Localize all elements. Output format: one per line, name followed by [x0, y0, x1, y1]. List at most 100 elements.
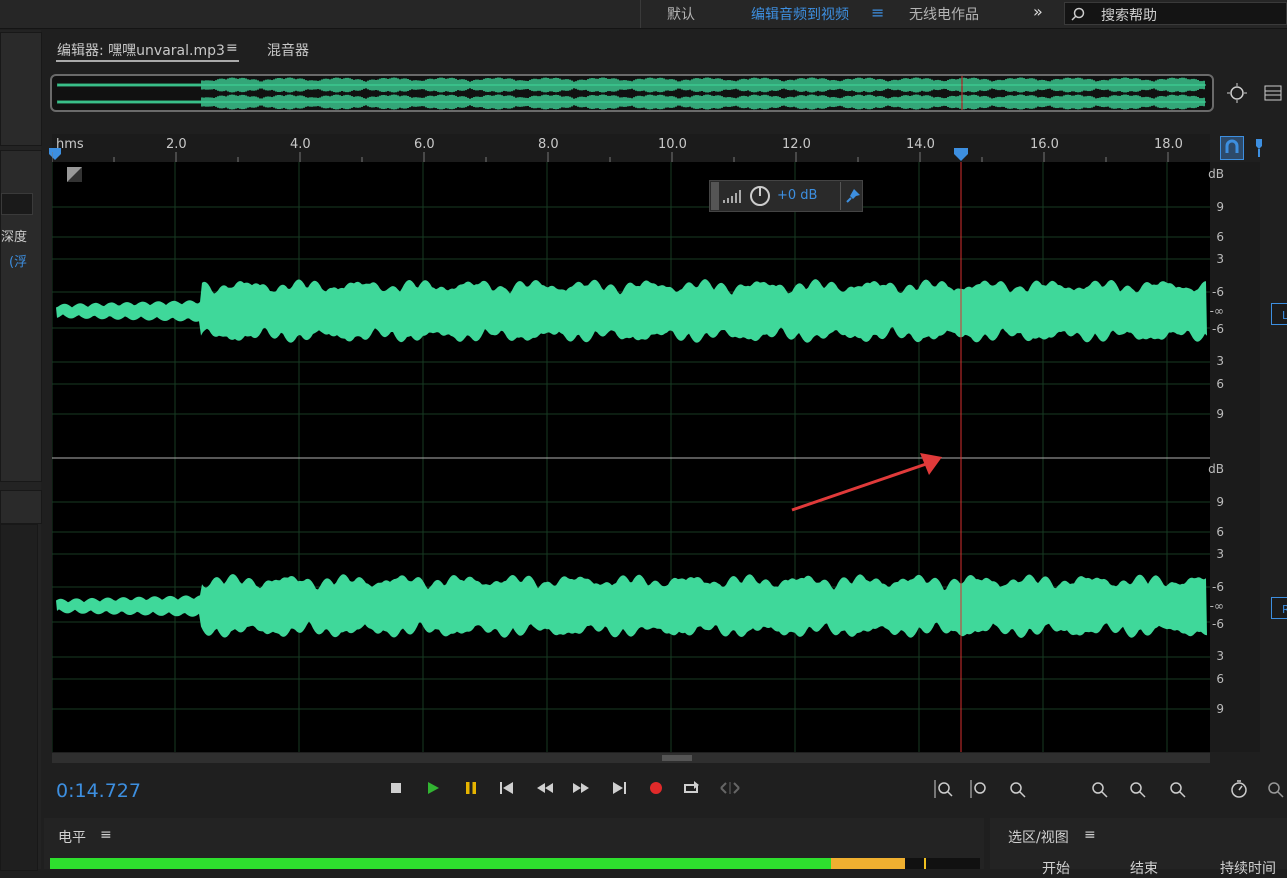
gain-value[interactable]: +0 dB	[777, 188, 817, 203]
hud-drag-handle[interactable]	[711, 182, 719, 210]
left-panel-properties: 深度 (浮	[0, 150, 42, 482]
more-workspaces-icon[interactable]: »	[1033, 2, 1043, 21]
zoom-out-time-icon[interactable]	[1088, 778, 1110, 800]
editor-tab-bar: 编辑器: 嘿嘿unvaral.mp3 ≡ 混音器	[46, 32, 1287, 70]
left-panel: 深度 (浮	[0, 30, 42, 871]
time-ruler[interactable]: hms 2.0 4.0 6.0 8.0 10.0 12.0 14.0 16.0 …	[49, 134, 1210, 163]
db-label: -6	[1212, 617, 1224, 631]
channel-right-toggle[interactable]: R	[1271, 597, 1287, 619]
level-bars-icon	[723, 190, 741, 203]
levels-panel: 电平 ≡	[44, 818, 984, 869]
left-panel-input[interactable]	[1, 193, 33, 215]
db-label: dB	[1208, 167, 1224, 181]
db-label: 6	[1216, 672, 1224, 686]
db-label: -∞	[1209, 599, 1224, 613]
zoom-selection-icon[interactable]	[1166, 778, 1188, 800]
workspace-menu-icon[interactable]: ≡	[871, 3, 884, 22]
divider	[640, 0, 641, 28]
float-label: (浮	[9, 255, 28, 270]
skip-end-icon[interactable]	[606, 775, 632, 801]
pin-icon[interactable]	[845, 188, 861, 204]
mixer-tab[interactable]: 混音器	[267, 40, 309, 60]
db-label: -6	[1212, 285, 1224, 299]
ruler-tick-label: 2.0	[166, 137, 187, 152]
spectral-toggle-icon[interactable]	[67, 167, 82, 182]
ruler-tick-label: 14.0	[906, 137, 935, 152]
search-icon	[1071, 7, 1085, 21]
editor-tab[interactable]: 编辑器: 嘿嘿unvaral.mp3	[57, 40, 225, 60]
ruler-tools	[1218, 134, 1287, 162]
horizontal-scrollbar[interactable]	[52, 753, 1210, 763]
skip-selection-icon[interactable]	[717, 775, 743, 801]
column-start: 开始	[1042, 861, 1070, 877]
skip-start-icon[interactable]	[494, 775, 520, 801]
zoom-in-tracks-icon[interactable]	[1264, 778, 1286, 800]
loop-icon[interactable]	[679, 775, 705, 801]
column-duration: 持续时间	[1220, 861, 1276, 877]
play-icon[interactable]	[420, 775, 446, 801]
workspace-edit-audio-to-video[interactable]: 编辑音频到视频	[751, 4, 849, 24]
ruler-tick-label: 4.0	[290, 137, 311, 152]
db-label: -6	[1212, 580, 1224, 594]
workspace-default[interactable]: 默认	[667, 4, 695, 24]
scrollbar-grip[interactable]	[662, 755, 692, 761]
workspace-bar: 默认 编辑音频到视频 ≡ 无线电作品 » 搜索帮助	[0, 0, 1287, 29]
editor-tab-menu-icon[interactable]: ≡	[226, 40, 238, 56]
db-scale: dB 9 6 3 -6 -∞ -6 3 6 9 dB 9 6 3 -6 -∞ -…	[1208, 162, 1260, 752]
channel-left-toggle[interactable]: L	[1271, 303, 1287, 325]
left-panel-block	[0, 32, 42, 146]
ruler-tick-label: 16.0	[1030, 137, 1059, 152]
record-icon[interactable]	[643, 775, 669, 801]
ruler-unit-label: hms	[56, 137, 84, 152]
selection-view-menu-icon[interactable]: ≡	[1084, 827, 1096, 843]
db-label: -∞	[1209, 304, 1224, 318]
db-label: 3	[1216, 649, 1224, 663]
db-label: 3	[1216, 354, 1224, 368]
hud-gain-control: +0 dB	[709, 180, 863, 212]
list-view-icon[interactable]	[1264, 84, 1282, 102]
divider	[840, 182, 841, 210]
snap-icon[interactable]	[1220, 136, 1244, 160]
ruler-tick-label: 10.0	[658, 137, 687, 152]
ruler-tick-label: 8.0	[538, 137, 559, 152]
zoom-in-amplitude-icon[interactable]	[932, 778, 954, 800]
gain-knob-icon[interactable]	[749, 185, 771, 207]
fast-forward-icon[interactable]	[568, 775, 594, 801]
db-label: 9	[1216, 702, 1224, 716]
overview-waveform	[57, 76, 1206, 110]
ruler-tick-label: 18.0	[1154, 137, 1183, 152]
selection-view-panel: 选区/视图 ≡ 开始 结束 持续时间	[990, 818, 1287, 877]
marker-pin-icon[interactable]	[1248, 136, 1272, 160]
db-label: 6	[1216, 525, 1224, 539]
pause-icon[interactable]	[458, 775, 484, 801]
level-meter-yellow	[831, 858, 905, 869]
left-panel-lower	[0, 524, 38, 871]
db-label: 9	[1216, 495, 1224, 509]
stop-icon[interactable]	[383, 775, 409, 801]
level-meter	[50, 858, 980, 869]
zoom-tools	[930, 776, 1287, 804]
column-end: 结束	[1130, 861, 1158, 877]
db-label: dB	[1208, 462, 1224, 476]
levels-menu-icon[interactable]: ≡	[100, 827, 112, 843]
search-placeholder: 搜索帮助	[1101, 8, 1157, 24]
db-label: -6	[1212, 322, 1224, 336]
search-help-input[interactable]: 搜索帮助	[1064, 2, 1287, 25]
db-label: 3	[1216, 547, 1224, 561]
db-label: 9	[1216, 200, 1224, 214]
ruler-ticks	[52, 152, 1169, 162]
current-time[interactable]: 0:14.727	[56, 780, 141, 802]
rewind-icon[interactable]	[532, 775, 558, 801]
playhead-marker-icon[interactable]	[953, 146, 969, 162]
timer-icon[interactable]	[1228, 778, 1250, 800]
workspace-radio-production[interactable]: 无线电作品	[909, 4, 979, 24]
active-tab-underline	[56, 60, 239, 62]
zoom-out-amplitude-icon[interactable]	[968, 778, 990, 800]
waveform-display[interactable]: +0 dB	[52, 162, 1210, 752]
zoom-in-time-icon[interactable]	[1006, 778, 1028, 800]
left-panel-header	[0, 490, 42, 524]
zoom-navigator-icon[interactable]	[1226, 82, 1248, 104]
db-label: 6	[1216, 377, 1224, 391]
zoom-full-icon[interactable]	[1126, 778, 1148, 800]
overview-navigator[interactable]	[50, 74, 1214, 112]
